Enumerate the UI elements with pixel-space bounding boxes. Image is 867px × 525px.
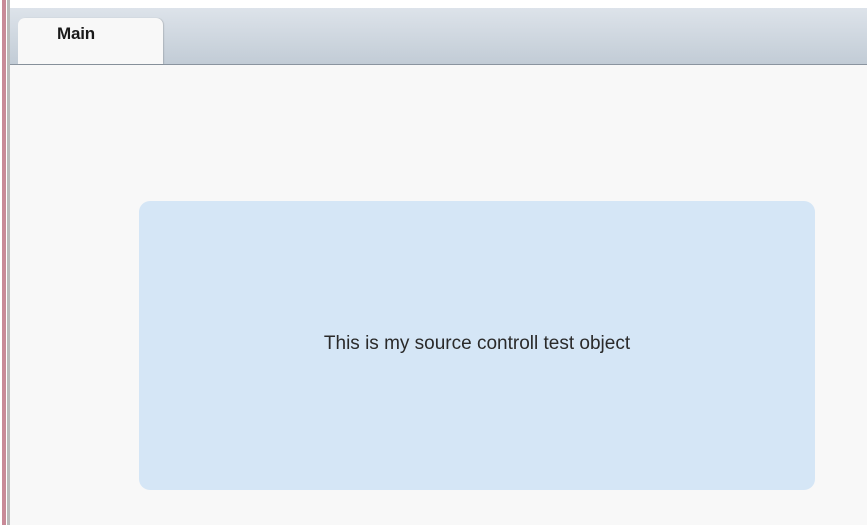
tab-bar bbox=[10, 8, 867, 65]
top-strip bbox=[10, 0, 867, 8]
tab-main-label: Main bbox=[57, 24, 95, 43]
panel-text: This is my source controll test object bbox=[323, 333, 631, 354]
main-content: This is my source controll test object bbox=[10, 65, 867, 525]
app-window: Main This is my source controll test obj… bbox=[0, 0, 867, 525]
content-panel: This is my source controll test object bbox=[139, 201, 815, 490]
left-accent-bar bbox=[2, 0, 6, 525]
window-left-border bbox=[0, 0, 10, 525]
